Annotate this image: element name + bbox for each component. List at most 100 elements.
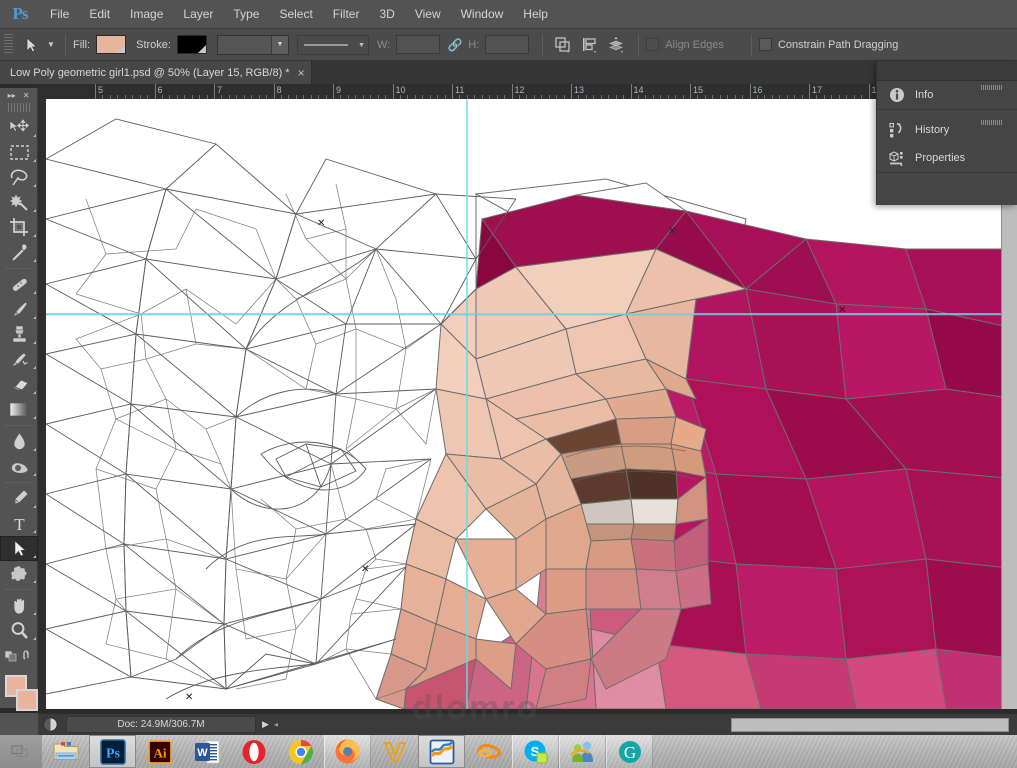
menu-view[interactable]: View	[405, 0, 451, 28]
chevron-down-icon: ▼	[358, 41, 365, 49]
menu-filter[interactable]: Filter	[323, 0, 370, 28]
custom-shape-tool[interactable]	[0, 561, 38, 586]
path-selection-tool[interactable]	[0, 536, 38, 561]
constrain-path-dragging-checkbox[interactable]	[758, 38, 772, 51]
taskbar-item-vegas[interactable]	[371, 735, 418, 768]
eraser-tool[interactable]	[0, 372, 38, 397]
ruler-label: 6	[157, 85, 163, 95]
horizontal-scrollbar[interactable]	[298, 716, 1017, 734]
healing-brush-tool[interactable]	[0, 272, 38, 297]
info-panel-group: Info	[877, 81, 1017, 110]
taskbar-item-opera[interactable]	[230, 735, 277, 768]
blur-tool[interactable]	[0, 429, 38, 454]
taskbar-item-file-explorer[interactable]	[42, 735, 89, 768]
rectangular-marquee-tool[interactable]	[0, 140, 38, 165]
align-edges-option[interactable]: Align Edges	[646, 38, 730, 51]
canvas[interactable]: ✕ ✕ ✕ ✕ ✕	[46, 99, 1017, 709]
options-bar: ▼ Fill: Stroke: ▼ ▼ W: 🔗 H: Align Edges …	[0, 28, 1017, 61]
menu-image[interactable]: Image	[120, 0, 173, 28]
messenger-icon	[569, 741, 593, 762]
menu-select[interactable]: Select	[269, 0, 322, 28]
document-tab[interactable]: Low Poly geometric girl1.psd @ 50% (Laye…	[0, 61, 312, 84]
taskbar-item-word[interactable]: W	[183, 735, 230, 768]
stroke-swatch[interactable]	[176, 35, 207, 54]
taskbar-item-photoshop[interactable]: Ps	[89, 735, 136, 768]
path-operations-icon[interactable]	[550, 33, 574, 57]
tool-preset-chevron-down-icon[interactable]: ▼	[44, 34, 58, 56]
taskbar-item-messenger[interactable]	[559, 735, 606, 768]
ruler-tick-major	[452, 84, 453, 99]
tools-panel-grip[interactable]	[7, 103, 30, 112]
taskbar-item-chrome[interactable]	[277, 735, 324, 768]
taskbar-item-idm[interactable]	[418, 735, 465, 768]
photoshop-icon: Ps	[99, 738, 126, 765]
options-bar-grip[interactable]	[4, 34, 13, 55]
taskbar-item-skype[interactable]: S	[512, 735, 559, 768]
lasso-tool[interactable]	[0, 165, 38, 190]
ruler-tick-major	[571, 84, 572, 99]
close-icon[interactable]: ✕	[23, 91, 30, 100]
taskbar-item-illustrator[interactable]: Ai	[136, 735, 183, 768]
tools-panel: ▸▸ ✕ T	[0, 88, 38, 745]
ruler-label: 15	[693, 85, 704, 95]
panel-grip[interactable]	[981, 120, 1003, 125]
constrain-path-dragging-label: Constrain Path Dragging	[777, 38, 899, 51]
ruler-tick-major	[868, 84, 870, 99]
history-brush-tool[interactable]	[0, 347, 38, 372]
menu-3d[interactable]: 3D	[369, 0, 404, 28]
status-bar-arrow-icon[interactable]: ◂	[274, 720, 278, 729]
eyedropper-tool[interactable]	[0, 240, 38, 265]
divider	[542, 33, 544, 56]
collapse-icon[interactable]: ▸▸	[8, 91, 16, 100]
stroke-style-preview	[303, 43, 348, 46]
height-label: H:	[468, 38, 480, 51]
menu-edit[interactable]: Edit	[79, 0, 120, 28]
document-size-info: Doc: 24.9M/306.7M	[66, 716, 256, 733]
dodge-tool[interactable]	[0, 454, 38, 479]
pen-tool[interactable]	[0, 486, 38, 511]
type-tool[interactable]: T	[0, 511, 38, 536]
zoom-tool[interactable]	[0, 618, 38, 643]
status-bar-play-icon[interactable]: ▶	[262, 719, 269, 730]
panel-dock-tabbar[interactable]	[877, 61, 1017, 81]
constrain-path-dragging-option[interactable]: Constrain Path Dragging	[758, 38, 904, 51]
horizontal-scrollbar-thumb[interactable]	[731, 718, 1009, 732]
path-arrangement-icon[interactable]	[604, 33, 628, 57]
stroke-style-dropdown[interactable]: ▼	[296, 34, 369, 55]
stroke-width-dropdown[interactable]: ▼	[216, 34, 289, 55]
close-icon[interactable]: ×	[298, 66, 305, 80]
taskbar-item-firefox[interactable]	[324, 735, 371, 768]
chain-link-icon[interactable]: 🔗	[446, 38, 464, 52]
menu-layer[interactable]: Layer	[173, 0, 223, 28]
crop-tool[interactable]	[0, 215, 38, 240]
panel-item-properties[interactable]: Properties	[877, 144, 1017, 172]
menu-help[interactable]: Help	[513, 0, 558, 28]
align-edges-checkbox[interactable]	[646, 38, 660, 51]
move-tool[interactable]	[0, 115, 38, 140]
width-input[interactable]	[396, 35, 441, 54]
magic-wand-tool[interactable]	[0, 190, 38, 215]
background-color-swatch[interactable]	[16, 689, 38, 711]
menu-file[interactable]: File	[40, 0, 79, 28]
clone-stamp-tool[interactable]	[0, 322, 38, 347]
hand-tool[interactable]	[0, 593, 38, 618]
vertical-ruler[interactable]	[38, 99, 46, 709]
menu-type[interactable]: Type	[223, 0, 269, 28]
horizontal-ruler[interactable]: 56789101112131415161718	[38, 84, 1017, 99]
taskbar-item-grammarly[interactable]: G	[606, 735, 653, 768]
brush-tool[interactable]	[0, 297, 38, 322]
preview-icon[interactable]	[38, 714, 62, 736]
menu-window[interactable]: Window	[451, 0, 514, 28]
taskbar-item-swirl-app[interactable]	[465, 735, 512, 768]
firefox-icon	[335, 739, 360, 764]
path-alignment-icon[interactable]	[577, 33, 601, 57]
panel-item-label: Properties	[915, 152, 966, 164]
svg-text:Ps: Ps	[106, 746, 121, 761]
show-desktop-button[interactable]	[0, 735, 42, 768]
height-input[interactable]	[485, 35, 530, 54]
fill-swatch[interactable]	[96, 35, 127, 54]
divider	[750, 33, 752, 56]
panel-grip[interactable]	[981, 85, 1003, 90]
default-colors-and-swap[interactable]	[0, 643, 38, 668]
gradient-tool[interactable]	[0, 397, 38, 422]
